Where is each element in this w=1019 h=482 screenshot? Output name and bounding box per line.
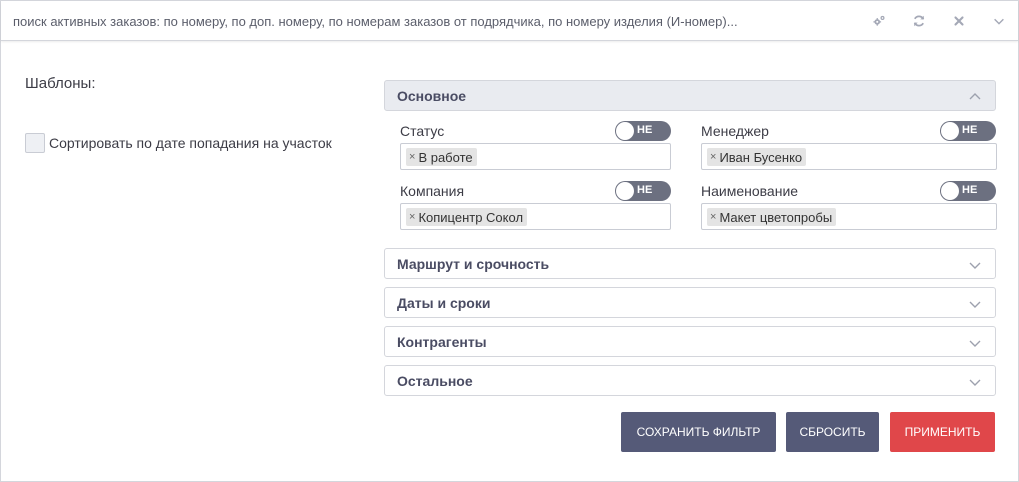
chevron-down-icon (969, 336, 981, 348)
chevron-down-icon (969, 258, 981, 270)
refresh-icon[interactable] (909, 11, 929, 31)
search-bar[interactable]: поиск активных заказов: по номеру, по до… (1, 1, 1018, 41)
company-not-toggle[interactable]: НЕ (615, 181, 671, 201)
product-name-label: Наименование (701, 183, 799, 199)
company-select[interactable]: × Копицентр Сокол (400, 203, 671, 230)
section-contractors-title: Контрагенты (397, 334, 487, 350)
section-main-header[interactable]: Основное (384, 80, 996, 111)
filter-panel: поиск активных заказов: по номеру, по до… (0, 0, 1019, 482)
toggle-label: НЕ (962, 124, 978, 136)
save-filter-button[interactable]: Сохранить фильтр (621, 412, 776, 452)
status-select[interactable]: × В работе (400, 143, 671, 170)
toggle-label: НЕ (637, 124, 653, 136)
tag-text: Копицентр Сокол (418, 209, 524, 225)
chevron-up-icon (969, 90, 981, 102)
company-label: Компания (400, 183, 465, 199)
toggle-knob (941, 122, 959, 140)
section-other-title: Остальное (397, 373, 473, 389)
product-name-not-toggle[interactable]: НЕ (940, 181, 996, 201)
chevron-down-icon (969, 375, 981, 387)
section-main-title: Основное (397, 88, 467, 104)
selected-tag: × Макет цветопробы (707, 208, 837, 226)
sort-by-date-label[interactable]: Сортировать по дате попадания на участок (49, 135, 332, 151)
toggle-knob (941, 182, 959, 200)
toggle-label: НЕ (962, 184, 978, 196)
apply-button[interactable]: Применить (890, 412, 995, 452)
section-dates-title: Даты и сроки (397, 295, 491, 311)
tag-text: В работе (418, 149, 473, 165)
chevron-down-icon[interactable] (989, 11, 1009, 31)
selected-tag: × Иван Бусенко (707, 148, 807, 166)
templates-label: Шаблоны: (25, 75, 96, 92)
search-input[interactable]: поиск активных заказов: по номеру, по до… (13, 14, 738, 29)
reset-button[interactable]: Сбросить (786, 412, 879, 452)
toggle-label: НЕ (637, 184, 653, 196)
chevron-down-icon (969, 297, 981, 309)
manager-select[interactable]: × Иван Бусенко (701, 143, 997, 170)
manager-label: Менеджер (701, 123, 769, 139)
section-route-header[interactable]: Маршрут и срочность (384, 248, 996, 279)
section-contractors-header[interactable]: Контрагенты (384, 326, 996, 357)
status-label: Статус (400, 123, 445, 139)
tag-text: Макет цветопробы (719, 209, 833, 225)
manager-not-toggle[interactable]: НЕ (940, 121, 996, 141)
tag-text: Иван Бусенко (719, 149, 803, 165)
toggle-knob (616, 182, 634, 200)
product-name-select[interactable]: × Макет цветопробы (701, 203, 997, 230)
status-not-toggle[interactable]: НЕ (615, 121, 671, 141)
selected-tag: × В работе (406, 148, 477, 166)
section-other-header[interactable]: Остальное (384, 365, 996, 396)
remove-tag-icon[interactable]: × (409, 151, 415, 163)
section-dates-header[interactable]: Даты и сроки (384, 287, 996, 318)
remove-tag-icon[interactable]: × (409, 211, 415, 223)
section-route-title: Маршрут и срочность (397, 256, 550, 272)
sort-by-date-row[interactable]: Сортировать по дате попадания на участок (25, 133, 332, 153)
toggle-knob (616, 122, 634, 140)
remove-tag-icon[interactable]: × (710, 151, 716, 163)
remove-tag-icon[interactable]: × (710, 211, 716, 223)
settings-gears-icon[interactable] (869, 11, 889, 31)
selected-tag: × Копицентр Сокол (406, 208, 528, 226)
sort-by-date-checkbox[interactable] (25, 133, 45, 153)
close-icon[interactable] (949, 11, 969, 31)
